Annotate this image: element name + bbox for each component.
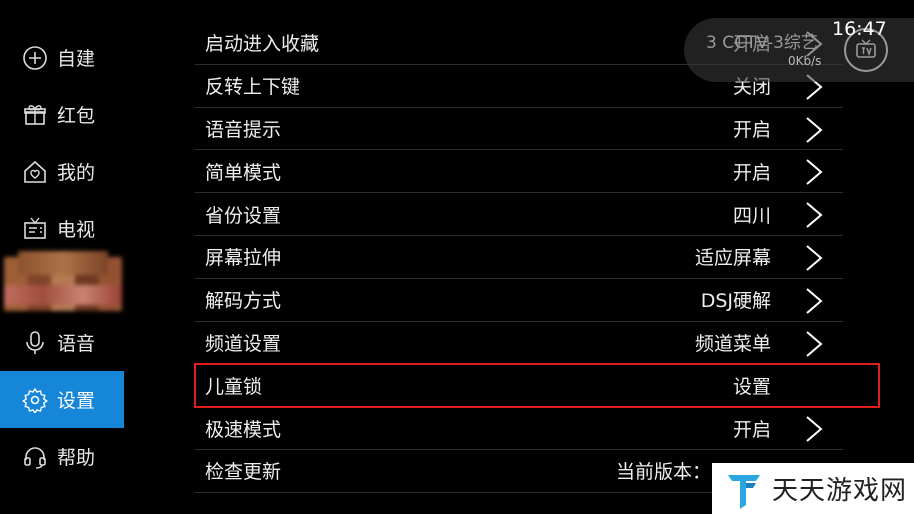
clock: 16:47 <box>832 18 887 40</box>
nav-item-tv[interactable]: 电视 <box>0 200 124 257</box>
gear-icon <box>22 387 48 413</box>
row-value: 频道菜单 <box>694 332 771 355</box>
watermark-logo-icon <box>726 469 762 509</box>
row-label: 简单模式 <box>205 161 282 184</box>
settings-list: 启动进入收藏 开启 反转上下键 关闭 语音提示 开启 简单模式 开启 省份设置 … <box>194 22 880 493</box>
chevron-right-icon <box>803 116 825 144</box>
nav-item-redpacket[interactable]: 红包 <box>0 86 124 143</box>
tv-icon <box>22 216 48 242</box>
row-label: 频道设置 <box>205 332 282 355</box>
chevron-right-icon <box>803 158 825 186</box>
row-label: 语音提示 <box>205 118 282 141</box>
settings-row-province[interactable]: 省份设置 四川 <box>195 193 843 236</box>
nav-item-label: 红包 <box>57 105 96 127</box>
chevron-right-icon <box>803 330 825 358</box>
plus-circle-icon <box>22 45 48 71</box>
row-label: 启动进入收藏 <box>205 33 320 56</box>
row-value: 开启 <box>732 118 771 141</box>
settings-row-simple-mode[interactable]: 简单模式 开启 <box>195 150 843 194</box>
microphone-icon <box>22 330 48 356</box>
blurred-region <box>4 251 122 311</box>
settings-row-voice-prompt[interactable]: 语音提示 开启 <box>195 108 843 151</box>
row-value: 开启 <box>732 418 771 441</box>
row-label: 屏幕拉伸 <box>205 247 282 270</box>
nav-item-label: 帮助 <box>57 447 96 469</box>
nav-item-custom[interactable]: 自建 <box>0 29 124 86</box>
nav-item-settings[interactable]: 设置 <box>0 371 124 428</box>
nav-item-label: 我的 <box>57 162 96 184</box>
nav-item-voice[interactable]: 语音 <box>0 314 124 371</box>
nav-item-label: 自建 <box>57 48 96 70</box>
headset-icon <box>22 444 48 470</box>
nav-item-label: 语音 <box>57 333 96 355</box>
settings-row-decode-mode[interactable]: 解码方式 DSJ硬解 <box>195 279 843 322</box>
row-value: 四川 <box>732 204 771 227</box>
chevron-right-icon <box>803 415 825 443</box>
settings-row-child-lock[interactable]: 儿童锁 设置 <box>194 363 880 409</box>
row-value: 适应屏幕 <box>694 247 771 270</box>
settings-row-speed-mode[interactable]: 极速模式 开启 <box>195 407 843 450</box>
row-label: 解码方式 <box>205 290 282 313</box>
network-speed: 0Kb/s <box>788 54 822 68</box>
channel-name: 3 CCTV-3综艺 <box>706 33 818 53</box>
nav-item-mine[interactable]: 我的 <box>0 143 124 200</box>
row-value: DSJ硬解 <box>700 290 771 313</box>
chevron-right-icon <box>803 244 825 272</box>
row-label: 检查更新 <box>205 461 282 484</box>
row-label: 省份设置 <box>205 204 282 227</box>
gift-icon <box>22 102 48 128</box>
settings-row-screen-stretch[interactable]: 屏幕拉伸 适应屏幕 <box>195 236 843 279</box>
row-label: 儿童锁 <box>205 375 263 398</box>
row-value: 当前版本： <box>615 461 711 484</box>
watermark: 天天游戏网 <box>712 463 914 514</box>
nav-item-label: 设置 <box>57 390 96 412</box>
settings-row-channel-settings[interactable]: 频道设置 频道菜单 <box>195 322 843 365</box>
watermark-text: 天天游戏网 <box>772 476 908 506</box>
chevron-right-icon <box>803 287 825 315</box>
nav-item-label: 电视 <box>57 219 96 241</box>
row-value: 设置 <box>732 375 771 398</box>
home-heart-icon <box>22 159 48 185</box>
row-value: 开启 <box>732 161 771 184</box>
row-label: 反转上下键 <box>205 76 301 99</box>
row-label: 极速模式 <box>205 418 282 441</box>
sidebar: 自建 红包 我的 电视 语音 设置 帮助 <box>0 0 124 514</box>
nav-item-help[interactable]: 帮助 <box>0 428 124 485</box>
chevron-right-icon <box>803 201 825 229</box>
